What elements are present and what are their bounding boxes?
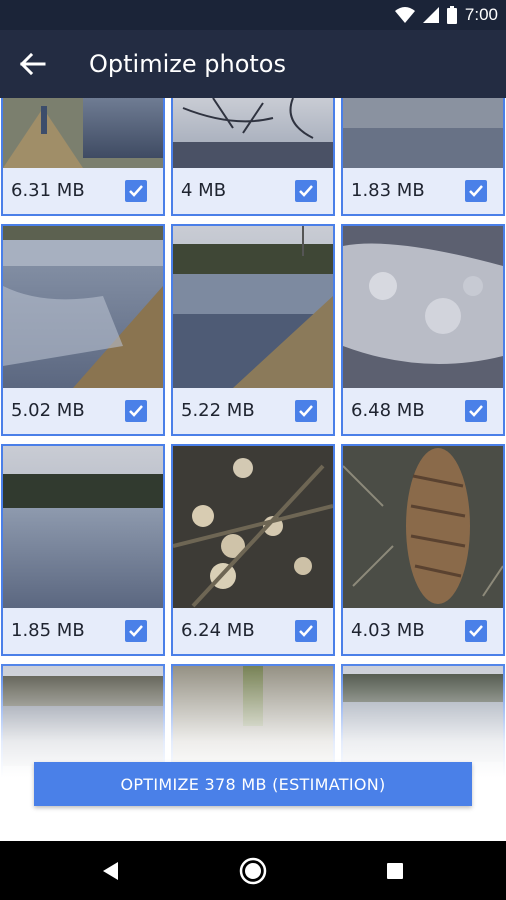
photo-size: 4 MB: [181, 180, 227, 201]
checkmark-icon: [129, 625, 143, 637]
tile-footer: 5.22 MB: [173, 388, 333, 434]
photo-size: 6.48 MB: [351, 400, 425, 421]
photo-tile[interactable]: 6.24 MB: [171, 444, 335, 656]
tile-footer: 6.48 MB: [343, 388, 503, 434]
photo-size: 6.31 MB: [11, 180, 85, 201]
photo-size: 1.85 MB: [11, 620, 85, 641]
photo-thumbnail: [173, 98, 333, 168]
photo-thumbnail: [343, 446, 503, 608]
tile-footer: 4.03 MB: [343, 608, 503, 654]
checkmark-icon: [129, 185, 143, 197]
status-bar: 7:00: [0, 0, 506, 30]
photo-thumbnail: [343, 226, 503, 388]
back-button[interactable]: [18, 50, 50, 78]
photo-size: 6.24 MB: [181, 620, 255, 641]
tile-footer: 1.85 MB: [3, 608, 163, 654]
checkmark-icon: [469, 625, 483, 637]
photo-tile[interactable]: 5.02 MB: [1, 224, 165, 436]
recents-square-icon: [387, 863, 403, 879]
bottom-fade: [0, 660, 506, 841]
app-bar: Optimize photos: [0, 30, 506, 98]
nav-back-button[interactable]: [96, 856, 126, 886]
checkmark-icon: [299, 405, 313, 417]
checkbox[interactable]: [465, 180, 487, 202]
tile-footer: 1.83 MB: [343, 168, 503, 214]
photo-thumbnail: [343, 98, 503, 168]
battery-icon: [446, 6, 457, 24]
tile-footer: 4 MB: [173, 168, 333, 214]
page-title: Optimize photos: [89, 50, 286, 78]
photo-size: 5.02 MB: [11, 400, 85, 421]
photo-thumbnail: [3, 98, 163, 168]
checkbox[interactable]: [125, 620, 147, 642]
checkbox[interactable]: [295, 400, 317, 422]
photo-grid: 6.31 MB 4 MB 1.83 MB 5.02 MB 5.22 MB 6.4…: [0, 98, 506, 841]
tile-footer: 6.31 MB: [3, 168, 163, 214]
tile-footer: 6.24 MB: [173, 608, 333, 654]
checkbox[interactable]: [125, 180, 147, 202]
clock: 7:00: [464, 5, 498, 24]
home-circle-icon: [239, 857, 267, 885]
checkmark-icon: [299, 185, 313, 197]
tile-footer: 5.02 MB: [3, 388, 163, 434]
checkbox[interactable]: [465, 400, 487, 422]
photo-tile[interactable]: 1.85 MB: [1, 444, 165, 656]
checkmark-icon: [469, 185, 483, 197]
photo-tile[interactable]: 4 MB: [171, 98, 335, 216]
photo-tile[interactable]: 4.03 MB: [341, 444, 505, 656]
checkbox[interactable]: [295, 180, 317, 202]
checkbox[interactable]: [295, 620, 317, 642]
checkmark-icon: [129, 405, 143, 417]
signal-icon: [422, 7, 439, 23]
photo-tile[interactable]: 1.83 MB: [341, 98, 505, 216]
navigation-bar: [0, 841, 506, 900]
back-triangle-icon: [103, 862, 118, 880]
photo-size: 5.22 MB: [181, 400, 255, 421]
checkmark-icon: [469, 405, 483, 417]
photo-tile[interactable]: 5.22 MB: [171, 224, 335, 436]
wifi-icon: [394, 7, 415, 23]
photo-size: 4.03 MB: [351, 620, 425, 641]
nav-recents-button[interactable]: [380, 856, 410, 886]
photo-tile[interactable]: 6.31 MB: [1, 98, 165, 216]
nav-home-button[interactable]: [238, 856, 268, 886]
checkbox[interactable]: [465, 620, 487, 642]
photo-size: 1.83 MB: [351, 180, 425, 201]
photo-thumbnail: [3, 226, 163, 388]
photo-thumbnail: [173, 226, 333, 388]
photo-thumbnail: [3, 446, 163, 608]
photo-thumbnail: [173, 446, 333, 608]
photo-tile[interactable]: 6.48 MB: [341, 224, 505, 436]
status-icons: 7:00: [394, 5, 498, 25]
checkmark-icon: [299, 625, 313, 637]
optimize-button[interactable]: OPTIMIZE 378 MB (ESTIMATION): [34, 762, 472, 806]
arrow-left-icon: [19, 52, 46, 76]
checkbox[interactable]: [125, 400, 147, 422]
